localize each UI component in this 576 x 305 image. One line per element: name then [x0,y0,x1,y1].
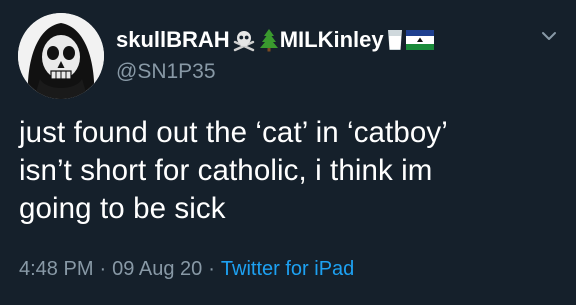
avatar[interactable] [18,13,104,99]
tweet-time[interactable]: 4:48 PM [19,258,93,280]
user-handle[interactable]: @SN1P35 [116,59,434,85]
tweet-text-line: just found out the ‘cat’ in ‘catboy’ [19,116,448,149]
skull-hood-avatar-image [18,13,104,99]
tweet-card: skullBRAH MILKinley @SN1P35 just found o… [0,0,576,305]
tweet-metadata: 4:48 PM · 09 Aug 20 · Twitter for iPad [19,256,354,282]
separator-dot: · [208,258,215,280]
user-names: skullBRAH MILKinley @SN1P35 [116,25,434,85]
evergreen-tree-icon [258,28,280,52]
display-name-part1: skullBRAH [116,27,230,52]
tweet-source-link[interactable]: Twitter for iPad [221,258,354,280]
lesotho-flag-icon [405,30,434,50]
tweet-header: skullBRAH MILKinley @SN1P35 [18,13,434,99]
chevron-down-icon[interactable] [539,26,559,46]
skull-crossbones-icon [232,28,256,52]
tweet-text-line: isn’t short for catholic, i think im [19,154,433,187]
tweet-text-line: going to be sick [19,192,226,225]
tweet-text: just found out the ‘cat’ in ‘catboy’ isn… [19,114,564,228]
glass-of-milk-icon [386,28,404,52]
display-name[interactable]: skullBRAH MILKinley [116,25,434,55]
display-name-part2: MILKinley [279,27,384,52]
tweet-date[interactable]: 09 Aug 20 [112,258,202,280]
separator-dot: · [99,258,107,280]
